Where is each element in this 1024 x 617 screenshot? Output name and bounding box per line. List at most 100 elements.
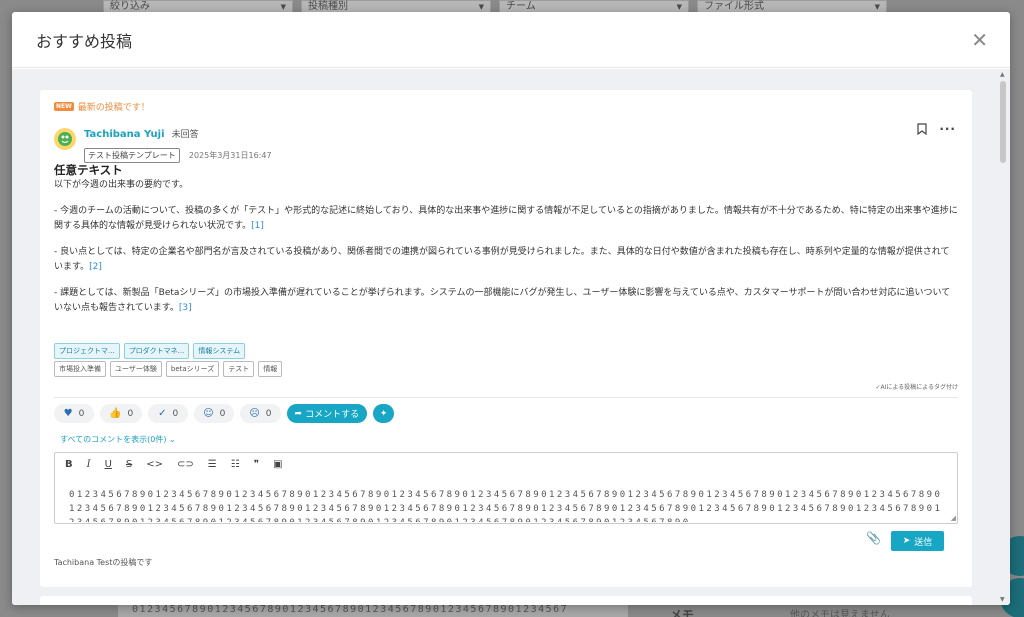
filter-label: チーム bbox=[506, 1, 536, 12]
ai-tag[interactable]: プロジェクトマ... bbox=[54, 343, 120, 359]
comment-button-label: コメントする bbox=[305, 410, 360, 420]
reaction-count: 0 bbox=[219, 408, 226, 419]
background-memo-note: 他のメモは見えません bbox=[790, 610, 890, 617]
attachment-icon[interactable]: 📎 bbox=[866, 531, 881, 545]
citation-link[interactable]: [1] bbox=[251, 221, 264, 231]
scrollbar[interactable]: ▲ ▼ bbox=[998, 69, 1008, 605]
check-icon: ✓ bbox=[158, 408, 167, 419]
tag[interactable]: ユーザー体験 bbox=[110, 361, 162, 377]
quote-icon[interactable]: ❞ bbox=[254, 459, 259, 470]
close-icon[interactable]: ✕ bbox=[971, 28, 988, 52]
link-icon[interactable]: ⊂⊃ bbox=[177, 459, 194, 470]
avatar-icon bbox=[58, 132, 72, 146]
tag[interactable]: テスト bbox=[223, 361, 255, 377]
tag-list: 市場投入準備 ユーザー体験 betaシリーズ テスト 情報 bbox=[54, 361, 283, 377]
scroll-thumb[interactable] bbox=[1000, 81, 1006, 163]
filter-label: 投稿種別 bbox=[308, 1, 348, 12]
chevron-down-icon: ⌄ bbox=[169, 435, 176, 444]
comment-button[interactable]: ➦ コメントする bbox=[286, 404, 368, 423]
reaction-smile-button[interactable]: ☺ 0 bbox=[194, 404, 235, 423]
next-post-card bbox=[40, 596, 972, 605]
tag[interactable]: betaシリーズ bbox=[165, 361, 220, 377]
post-title: 任意テキスト bbox=[54, 163, 123, 177]
sad-face-icon: ☹ bbox=[249, 408, 260, 419]
resize-handle-icon[interactable]: ◢ bbox=[951, 514, 956, 522]
caret-down-icon: ▼ bbox=[874, 3, 880, 11]
caret-down-icon: ▼ bbox=[280, 3, 286, 11]
send-icon: ➤ bbox=[902, 536, 911, 546]
tag[interactable]: 市場投入準備 bbox=[54, 361, 106, 377]
italic-icon[interactable]: I bbox=[87, 459, 91, 470]
ai-sparkle-button[interactable]: ✦ bbox=[373, 404, 395, 423]
smile-icon: ☺ bbox=[203, 408, 214, 419]
ai-tag[interactable]: 情報システム bbox=[193, 343, 246, 359]
new-post-text: 最新の投稿です！ bbox=[77, 103, 150, 113]
answer-status: 未回答 bbox=[171, 130, 199, 140]
reaction-sad-button[interactable]: ☹ 0 bbox=[240, 404, 281, 423]
editor-toolbar: B I U S <> ⊂⊃ ☰ ☷ ❞ ▣ bbox=[65, 459, 283, 470]
comment-editor[interactable]: B I U S <> ⊂⊃ ☰ ☷ ❞ ▣ 012345678901234567… bbox=[54, 452, 958, 524]
reaction-bar: ♥ 0 👍 0 ✓ 0 ☺ 0 ☹ 0 ➦ コメントする ✦ bbox=[54, 404, 395, 423]
strikethrough-icon[interactable]: S bbox=[126, 459, 132, 470]
numbered-list-icon[interactable]: ☷ bbox=[231, 459, 240, 470]
modal-header: おすすめ投稿 ✕ bbox=[12, 12, 1010, 68]
post-body: 以下が今週の出来事の要約です。 - 今週のチームの活動について、投稿の多くが「テ… bbox=[54, 178, 958, 327]
citation-link[interactable]: [2] bbox=[89, 262, 102, 272]
avatar[interactable] bbox=[54, 128, 76, 150]
reaction-heart-button[interactable]: ♥ 0 bbox=[54, 404, 94, 423]
template-tag[interactable]: テスト投稿テンプレート bbox=[84, 148, 180, 163]
paragraph-text: - 良い点としては、特定の企業名や部門名が言及されている投稿があり、関係者間での… bbox=[54, 247, 950, 272]
ai-tag-note: ✓AIによる投稿によるタグ付け bbox=[875, 384, 958, 391]
share-arrow-icon: ➦ bbox=[294, 408, 303, 419]
reaction-count: 0 bbox=[172, 408, 179, 419]
more-options-icon[interactable]: ··· bbox=[939, 122, 956, 136]
author-name[interactable]: Tachibana Yuji bbox=[84, 129, 165, 140]
caret-down-icon: ▼ bbox=[676, 3, 682, 11]
caret-down-icon: ▼ bbox=[478, 3, 484, 11]
reaction-count: 0 bbox=[127, 408, 134, 419]
ai-tag[interactable]: プロダクトマネ... bbox=[123, 343, 190, 359]
reaction-count: 0 bbox=[78, 408, 85, 419]
modal-title: おすすめ投稿 bbox=[36, 31, 133, 51]
thumbs-up-icon: 👍 bbox=[109, 408, 122, 419]
reaction-count: 0 bbox=[265, 408, 272, 419]
reaction-check-button[interactable]: ✓ 0 bbox=[148, 404, 189, 423]
modal-body: ▲ ▼ NEW 最新の投稿です！ Tachibana Yuji 未回答 テスト投… bbox=[12, 69, 1010, 605]
bold-icon[interactable]: B bbox=[65, 459, 73, 470]
post-paragraph: - 今週のチームの活動について、投稿の多くが「テスト」や形式的な記述に終始してお… bbox=[54, 204, 958, 234]
code-icon[interactable]: <> bbox=[146, 459, 163, 470]
citation-link[interactable]: [3] bbox=[179, 303, 192, 313]
heart-icon: ♥ bbox=[63, 408, 73, 419]
post-paragraph: - 課題としては、新製品「Betaシリーズ」の市場投入準備が遅れていることが挙げ… bbox=[54, 286, 958, 316]
author-row: Tachibana Yuji 未回答 テスト投稿テンプレート 2025年3月31… bbox=[54, 122, 272, 163]
post-paragraph: - 良い点としては、特定の企業名や部門名が言及されている投稿があり、関係者間での… bbox=[54, 245, 958, 275]
post-actions: ··· bbox=[917, 122, 956, 136]
comment-input[interactable]: 0123456789012345678901234567890123456789… bbox=[69, 488, 949, 522]
background-memo-title: メモ bbox=[670, 608, 695, 617]
ai-tag-list: プロジェクトマ... プロダクトマネ... 情報システム bbox=[54, 343, 246, 359]
divider bbox=[54, 397, 958, 398]
show-comments-label: すべてのコメントを表示(0件) bbox=[60, 435, 167, 444]
filter-label: ファイル形式 bbox=[704, 1, 764, 12]
recommended-posts-modal: おすすめ投稿 ✕ ▲ ▼ NEW 最新の投稿です！ Tachibana Yuji… bbox=[12, 12, 1010, 605]
new-badge-icon: NEW bbox=[54, 102, 74, 111]
sparkle-icon: ✦ bbox=[379, 408, 388, 419]
post-card: NEW 最新の投稿です！ Tachibana Yuji 未回答 テスト投稿テンプ… bbox=[40, 90, 972, 587]
send-button-label: 送信 bbox=[914, 537, 933, 548]
image-icon[interactable]: ▣ bbox=[273, 459, 282, 470]
background-card: 0123456789012345678901234567890123456789… bbox=[118, 604, 628, 617]
new-post-label: NEW 最新の投稿です！ bbox=[54, 100, 150, 113]
scroll-up-icon[interactable]: ▲ bbox=[1000, 71, 1005, 78]
tag[interactable]: 情報 bbox=[258, 361, 283, 377]
paragraph-text: - 今週のチームの活動について、投稿の多くが「テスト」や形式的な記述に終始してお… bbox=[54, 206, 958, 231]
scroll-down-icon[interactable]: ▼ bbox=[1000, 596, 1005, 603]
post-date: 2025年3月31日16:47 bbox=[188, 151, 272, 160]
reaction-like-button[interactable]: 👍 0 bbox=[100, 404, 143, 423]
bookmark-icon[interactable] bbox=[917, 123, 927, 135]
underline-icon[interactable]: U bbox=[105, 459, 112, 470]
bullet-list-icon[interactable]: ☰ bbox=[208, 459, 217, 470]
filter-label: 絞り込み bbox=[110, 1, 150, 12]
send-button[interactable]: ➤ 送信 bbox=[891, 531, 944, 551]
show-all-comments-link[interactable]: すべてのコメントを表示(0件) ⌄ bbox=[60, 434, 176, 445]
post-footer: Tachibana Testの投稿です bbox=[54, 558, 153, 567]
